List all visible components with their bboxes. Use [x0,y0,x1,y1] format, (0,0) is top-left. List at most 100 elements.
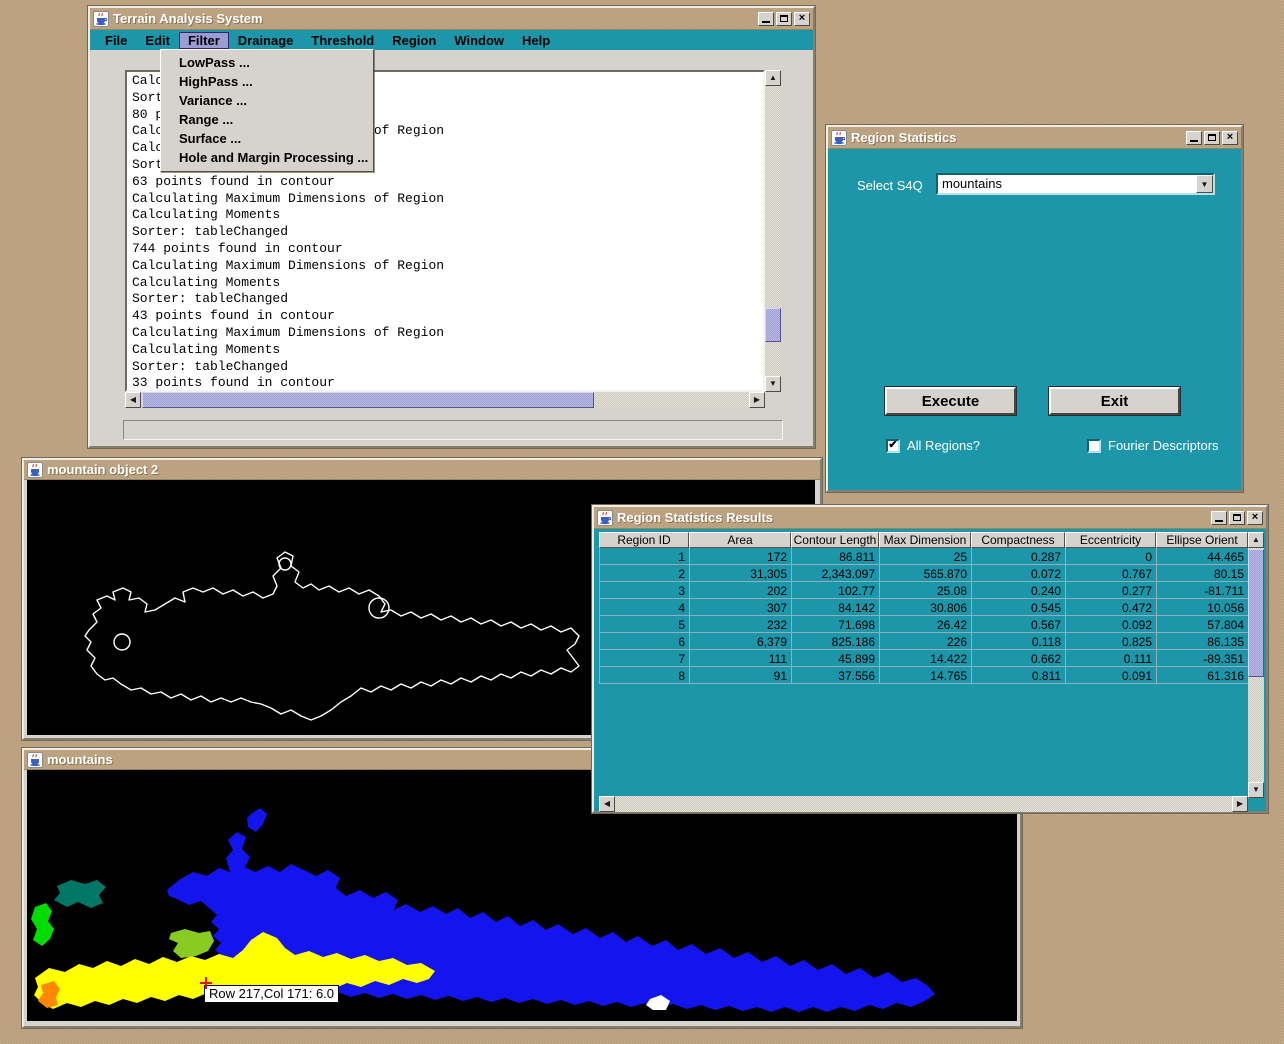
vertical-scroll-thumb[interactable] [765,308,781,342]
minimize-button[interactable] [758,12,774,26]
column-header-ellipse-orient[interactable]: Ellipse Orient [1156,532,1248,548]
table-cell: 202 [690,582,792,598]
table-cell: 4 [600,599,690,615]
table-cell: 37.556 [792,667,880,683]
table-row[interactable]: 523271.69826.420.5670.09257.804 [599,616,1249,633]
arrow-up-icon: ▲ [769,74,777,82]
filter-menu-item[interactable]: Variance ... [161,91,373,110]
column-header-eccentricity[interactable]: Eccentricity [1065,532,1156,548]
scroll-up-button[interactable]: ▲ [1248,532,1264,548]
checkbox-box[interactable] [1087,439,1101,453]
vertical-scroll-thumb[interactable] [1248,549,1264,677]
close-icon: × [799,13,805,24]
table-row[interactable]: 89137.55614.7650.8110.09161.316 [599,667,1249,684]
titlebar-region-statistics-results[interactable]: Region Statistics Results × [594,507,1266,529]
titlebar-mountain-object-2[interactable]: mountain object 2 [24,460,820,480]
log-line: Calculating Maximum Dimensions of Region [132,191,763,208]
results-table: Region IDAreaContour LengthMax Dimension… [599,532,1249,684]
filter-menu-item[interactable]: HighPass ... [161,72,373,91]
table-cell: 0.277 [1066,582,1157,598]
log-line: Calculating Moments [132,207,763,224]
table-cell: 825.186 [792,633,880,649]
vertical-scrollbar[interactable]: ▲ ▼ [765,70,781,392]
all-regions-checkbox[interactable]: ✔ All Regions? [886,438,980,453]
menu-threshold[interactable]: Threshold [302,32,383,49]
menubar: FileEditFilterDrainageThresholdRegionWin… [90,30,813,50]
close-button[interactable]: × [794,12,810,26]
column-header-area[interactable]: Area [689,532,791,548]
column-header-contour-length[interactable]: Contour Length [791,532,879,548]
scroll-left-button[interactable]: ◀ [125,392,141,408]
combobox-dropdown-button[interactable]: ▼ [1196,175,1213,193]
java-icon [27,462,43,478]
close-button[interactable]: × [1247,511,1263,525]
scroll-right-button[interactable]: ▶ [1232,796,1248,812]
titlebar-region-statistics[interactable]: Region Statistics × [828,127,1241,149]
table-cell: 0.111 [1066,650,1157,666]
fourier-descriptors-checkbox[interactable]: Fourier Descriptors [1087,438,1219,453]
minimize-button[interactable] [1186,131,1202,145]
menu-window[interactable]: Window [445,32,513,49]
scroll-up-button[interactable]: ▲ [765,70,781,86]
exit-button[interactable]: Exit [1049,387,1180,415]
maximize-button[interactable] [776,12,792,26]
table-row[interactable]: 711145.89914.4220.6620.111-89.351 [599,650,1249,667]
s4q-combobox[interactable]: mountains ▼ [936,173,1215,195]
menu-file[interactable]: File [96,32,136,49]
region-yellowgreen [169,929,214,958]
checkbox-box[interactable]: ✔ [886,439,900,453]
window-region-statistics: Region Statistics × Select S4Q mountains… [826,125,1243,492]
scroll-down-button[interactable]: ▼ [765,376,781,392]
menu-help[interactable]: Help [513,32,559,49]
menu-edit[interactable]: Edit [136,32,179,49]
arrow-right-icon: ▶ [1237,800,1243,808]
maximize-button[interactable] [1204,131,1220,145]
close-button[interactable]: × [1222,131,1238,145]
table-cell: 44.465 [1157,548,1249,564]
table-row[interactable]: 66,379825.1862260.1180.82586.135 [599,633,1249,650]
table-cell: 80.15 [1157,565,1249,581]
filter-menu-item[interactable]: Range ... [161,110,373,129]
maximize-button[interactable] [1229,511,1245,525]
table-row[interactable]: 231,3052,343.097565.8700.0720.76780.15 [599,565,1249,582]
table-row[interactable]: 430784.14230.8060.5450.47210.056 [599,599,1249,616]
menu-region[interactable]: Region [383,32,445,49]
java-icon [831,130,847,146]
status-bar [123,420,783,440]
column-header-region-id[interactable]: Region ID [599,532,689,548]
table-row[interactable]: 3202102.7725.080.2400.277-81.711 [599,582,1249,599]
table-cell: 0.072 [972,565,1066,581]
horizontal-scroll-thumb[interactable] [142,392,594,408]
scroll-right-button[interactable]: ▶ [749,392,765,408]
table-cell: 0.240 [972,582,1066,598]
scroll-down-button[interactable]: ▼ [1248,782,1264,798]
titlebar-terrain-analysis[interactable]: Terrain Analysis System × [90,8,813,30]
table-cell: 57.804 [1157,616,1249,632]
window-region-statistics-results: Region Statistics Results × Region IDAre… [592,505,1268,813]
table-row[interactable]: 117286.811250.287044.465 [599,548,1249,565]
horizontal-scrollbar[interactable]: ◀ ▶ [125,392,765,408]
execute-button[interactable]: Execute [885,387,1016,415]
filter-menu-item[interactable]: Hole and Margin Processing ... [161,148,373,167]
table-cell: 84.142 [792,599,880,615]
table-cell: 102.77 [792,582,880,598]
log-line: 33 points found in contour [132,375,763,392]
horizontal-scrollbar[interactable]: ◀ ▶ [599,796,1248,812]
crosshair-cursor [205,977,207,989]
menu-drainage[interactable]: Drainage [229,32,303,49]
maximize-icon [780,15,788,22]
minimize-button[interactable] [1211,511,1227,525]
arrow-left-icon: ◀ [130,396,136,404]
log-line: Calculating Moments [132,275,763,292]
table-cell: 71.698 [792,616,880,632]
menu-filter[interactable]: Filter [179,32,229,49]
vertical-scrollbar[interactable]: ▲ ▼ [1248,532,1264,798]
filter-menu-item[interactable]: Surface ... [161,129,373,148]
filter-menu-item[interactable]: LowPass ... [161,53,373,72]
table-cell: 25.08 [880,582,972,598]
column-header-max-dimension[interactable]: Max Dimension [879,532,971,548]
column-header-compactness[interactable]: Compactness [971,532,1065,548]
java-icon [597,510,613,526]
checkbox-label: All Regions? [907,438,980,453]
scroll-left-button[interactable]: ◀ [599,796,615,812]
